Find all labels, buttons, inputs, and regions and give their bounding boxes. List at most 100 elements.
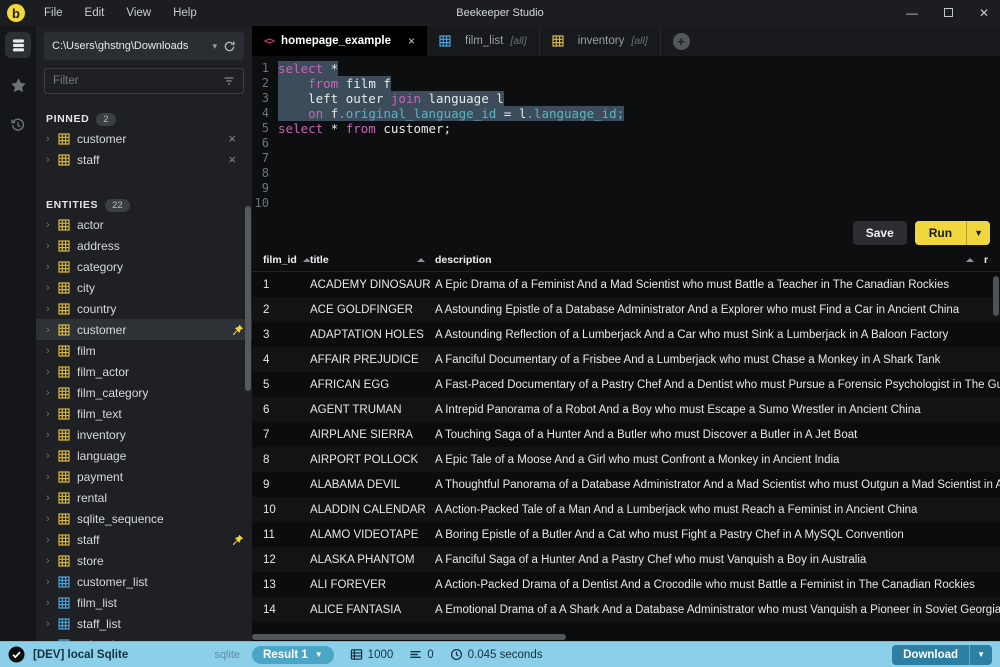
results-horizontal-scrollbar[interactable]: [252, 633, 1000, 641]
entity-item-sales_by_store[interactable]: ›sales_by_store: [36, 634, 252, 641]
entity-item-customer[interactable]: ›customer: [36, 319, 252, 340]
chevron-right-icon[interactable]: ›: [46, 219, 58, 231]
chevron-right-icon[interactable]: ›: [46, 639, 58, 642]
entity-item-actor[interactable]: ›actor: [36, 214, 252, 235]
chevron-right-icon[interactable]: ›: [46, 154, 58, 166]
chevron-right-icon[interactable]: ›: [46, 555, 58, 567]
chevron-right-icon[interactable]: ›: [46, 345, 58, 357]
chevron-right-icon[interactable]: ›: [46, 303, 58, 315]
table-row[interactable]: 9ALABAMA DEVILA Thoughtful Panorama of a…: [252, 472, 1000, 497]
chevron-right-icon[interactable]: ›: [46, 471, 58, 483]
entity-item-inventory[interactable]: ›inventory: [36, 424, 252, 445]
table-row[interactable]: 4AFFAIR PREJUDICEA Fanciful Documentary …: [252, 347, 1000, 372]
menu-file[interactable]: File: [33, 0, 74, 26]
table-row[interactable]: 1ACADEMY DINOSAURA Epic Drama of a Femin…: [252, 272, 1000, 297]
chevron-right-icon[interactable]: ›: [46, 240, 58, 252]
entity-item-address[interactable]: ›address: [36, 235, 252, 256]
result-selector-button[interactable]: Result 1▼: [252, 646, 334, 664]
entity-item-film[interactable]: ›film: [36, 340, 252, 361]
tab-close-icon[interactable]: ×: [408, 34, 415, 48]
favorites-star-icon[interactable]: [5, 72, 31, 98]
table-row[interactable]: 6AGENT TRUMANA Intrepid Panorama of a Ro…: [252, 397, 1000, 422]
menu-help[interactable]: Help: [162, 0, 208, 26]
pinned-item-customer[interactable]: ›customer×: [36, 128, 252, 149]
sort-icon[interactable]: [966, 258, 974, 262]
chevron-right-icon[interactable]: ›: [46, 597, 58, 609]
minimize-icon[interactable]: —: [906, 6, 918, 20]
tab-homepage_example[interactable]: <>homepage_example×: [252, 26, 427, 56]
database-icon[interactable]: [5, 32, 31, 58]
run-options-caret[interactable]: ▼: [966, 221, 990, 245]
sidebar-scrollbar[interactable]: [245, 206, 251, 391]
column-header-description[interactable]: description: [435, 254, 984, 266]
table-row[interactable]: 3ADAPTATION HOLESA Astounding Reflection…: [252, 322, 1000, 347]
chevron-right-icon[interactable]: ›: [46, 618, 58, 630]
chevron-right-icon[interactable]: ›: [46, 492, 58, 504]
entity-item-rental[interactable]: ›rental: [36, 487, 252, 508]
entity-item-store[interactable]: ›store: [36, 550, 252, 571]
chevron-right-icon[interactable]: ›: [46, 408, 58, 420]
unpin-close-icon[interactable]: ×: [228, 131, 244, 146]
connection-name[interactable]: [DEV] local Sqlite: [33, 649, 128, 661]
chevron-right-icon[interactable]: ›: [46, 387, 58, 399]
chevron-right-icon[interactable]: ›: [46, 261, 58, 273]
chevron-right-icon[interactable]: ›: [46, 366, 58, 378]
table-row[interactable]: 5AFRICAN EGGA Fast-Paced Documentary of …: [252, 372, 1000, 397]
history-icon[interactable]: [5, 112, 31, 138]
entity-item-staff[interactable]: ›staff: [36, 529, 252, 550]
column-header-title[interactable]: title: [310, 254, 435, 266]
table-row[interactable]: 12ALASKA PHANTOMA Fanciful Saga of a Hun…: [252, 547, 1000, 572]
maximize-icon[interactable]: [942, 6, 954, 20]
pinned-item-staff[interactable]: ›staff×: [36, 149, 252, 170]
column-header-film-id[interactable]: film_id: [252, 254, 310, 266]
filter-icon[interactable]: [223, 75, 235, 87]
table-row[interactable]: 10ALADDIN CALENDARA Action-Packed Tale o…: [252, 497, 1000, 522]
refresh-icon[interactable]: [223, 40, 236, 53]
chevron-right-icon[interactable]: ›: [46, 282, 58, 294]
save-button[interactable]: Save: [853, 221, 907, 245]
chevron-right-icon[interactable]: ›: [46, 324, 58, 336]
sql-editor[interactable]: 1select *2 from film f3 left outer join …: [252, 56, 1000, 218]
run-button[interactable]: Run: [915, 221, 966, 245]
download-button[interactable]: Download: [892, 645, 969, 665]
sort-icon[interactable]: [303, 258, 310, 262]
entity-item-country[interactable]: ›country: [36, 298, 252, 319]
tab-inventory[interactable]: inventory[all]: [540, 26, 661, 56]
entity-item-language[interactable]: ›language: [36, 445, 252, 466]
entity-item-city[interactable]: ›city: [36, 277, 252, 298]
sort-icon[interactable]: [417, 258, 425, 262]
entity-item-staff_list[interactable]: ›staff_list: [36, 613, 252, 634]
chevron-right-icon[interactable]: ›: [46, 429, 58, 441]
entity-item-film_text[interactable]: ›film_text: [36, 403, 252, 424]
table-row[interactable]: 8AIRPORT POLLOCKA Epic Tale of a Moose A…: [252, 447, 1000, 472]
unpin-close-icon[interactable]: ×: [228, 152, 244, 167]
download-options-caret[interactable]: ▼: [969, 645, 992, 665]
entity-item-film_category[interactable]: ›film_category: [36, 382, 252, 403]
table-grid-icon: [58, 154, 70, 166]
menu-edit[interactable]: Edit: [74, 0, 116, 26]
connection-dropdown[interactable]: C:\Users\ghstng\Downloads ▾: [44, 32, 244, 60]
table-row[interactable]: 11ALAMO VIDEOTAPEA Boring Epistle of a B…: [252, 522, 1000, 547]
add-tab-button[interactable]: +: [673, 33, 690, 50]
chevron-right-icon[interactable]: ›: [46, 513, 58, 525]
table-row[interactable]: 14ALICE FANTASIAA Emotional Drama of a A…: [252, 597, 1000, 622]
table-row[interactable]: 2ACE GOLDFINGERA Astounding Epistle of a…: [252, 297, 1000, 322]
entity-item-category[interactable]: ›category: [36, 256, 252, 277]
entity-item-customer_list[interactable]: ›customer_list: [36, 571, 252, 592]
chevron-right-icon[interactable]: ›: [46, 133, 58, 145]
chevron-right-icon[interactable]: ›: [46, 534, 58, 546]
entity-item-film_list[interactable]: ›film_list: [36, 592, 252, 613]
chevron-right-icon[interactable]: ›: [46, 450, 58, 462]
chevron-right-icon[interactable]: ›: [46, 576, 58, 588]
table-row[interactable]: 7AIRPLANE SIERRAA Touching Saga of a Hun…: [252, 422, 1000, 447]
entity-item-sqlite_sequence[interactable]: ›sqlite_sequence: [36, 508, 252, 529]
menu-view[interactable]: View: [115, 0, 162, 26]
results-vertical-scrollbar[interactable]: [993, 276, 999, 316]
table-row[interactable]: 13ALI FOREVERA Action-Packed Drama of a …: [252, 572, 1000, 597]
column-header-overflow[interactable]: r: [984, 254, 1000, 266]
entity-item-film_actor[interactable]: ›film_actor: [36, 361, 252, 382]
close-icon[interactable]: ✕: [978, 6, 990, 20]
tab-film_list[interactable]: film_list[all]: [427, 26, 540, 56]
entity-item-payment[interactable]: ›payment: [36, 466, 252, 487]
filter-input[interactable]: [53, 75, 223, 87]
